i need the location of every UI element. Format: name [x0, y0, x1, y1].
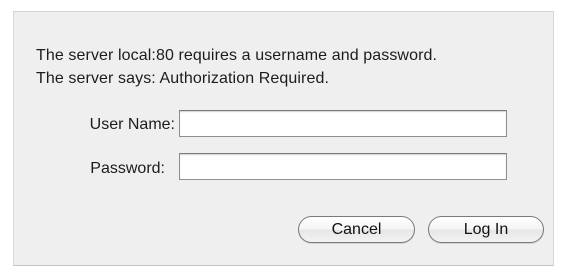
cancel-button[interactable]: Cancel	[298, 216, 415, 243]
auth-message-server: The server local:80 requires a username …	[36, 47, 438, 64]
username-label: User Name:	[89, 116, 175, 133]
login-button[interactable]: Log In	[428, 216, 544, 243]
username-field[interactable]	[179, 110, 507, 137]
password-label: Password:	[90, 160, 165, 177]
password-field[interactable]	[179, 153, 507, 180]
auth-message-realm: The server says: Authorization Required.	[36, 70, 330, 87]
